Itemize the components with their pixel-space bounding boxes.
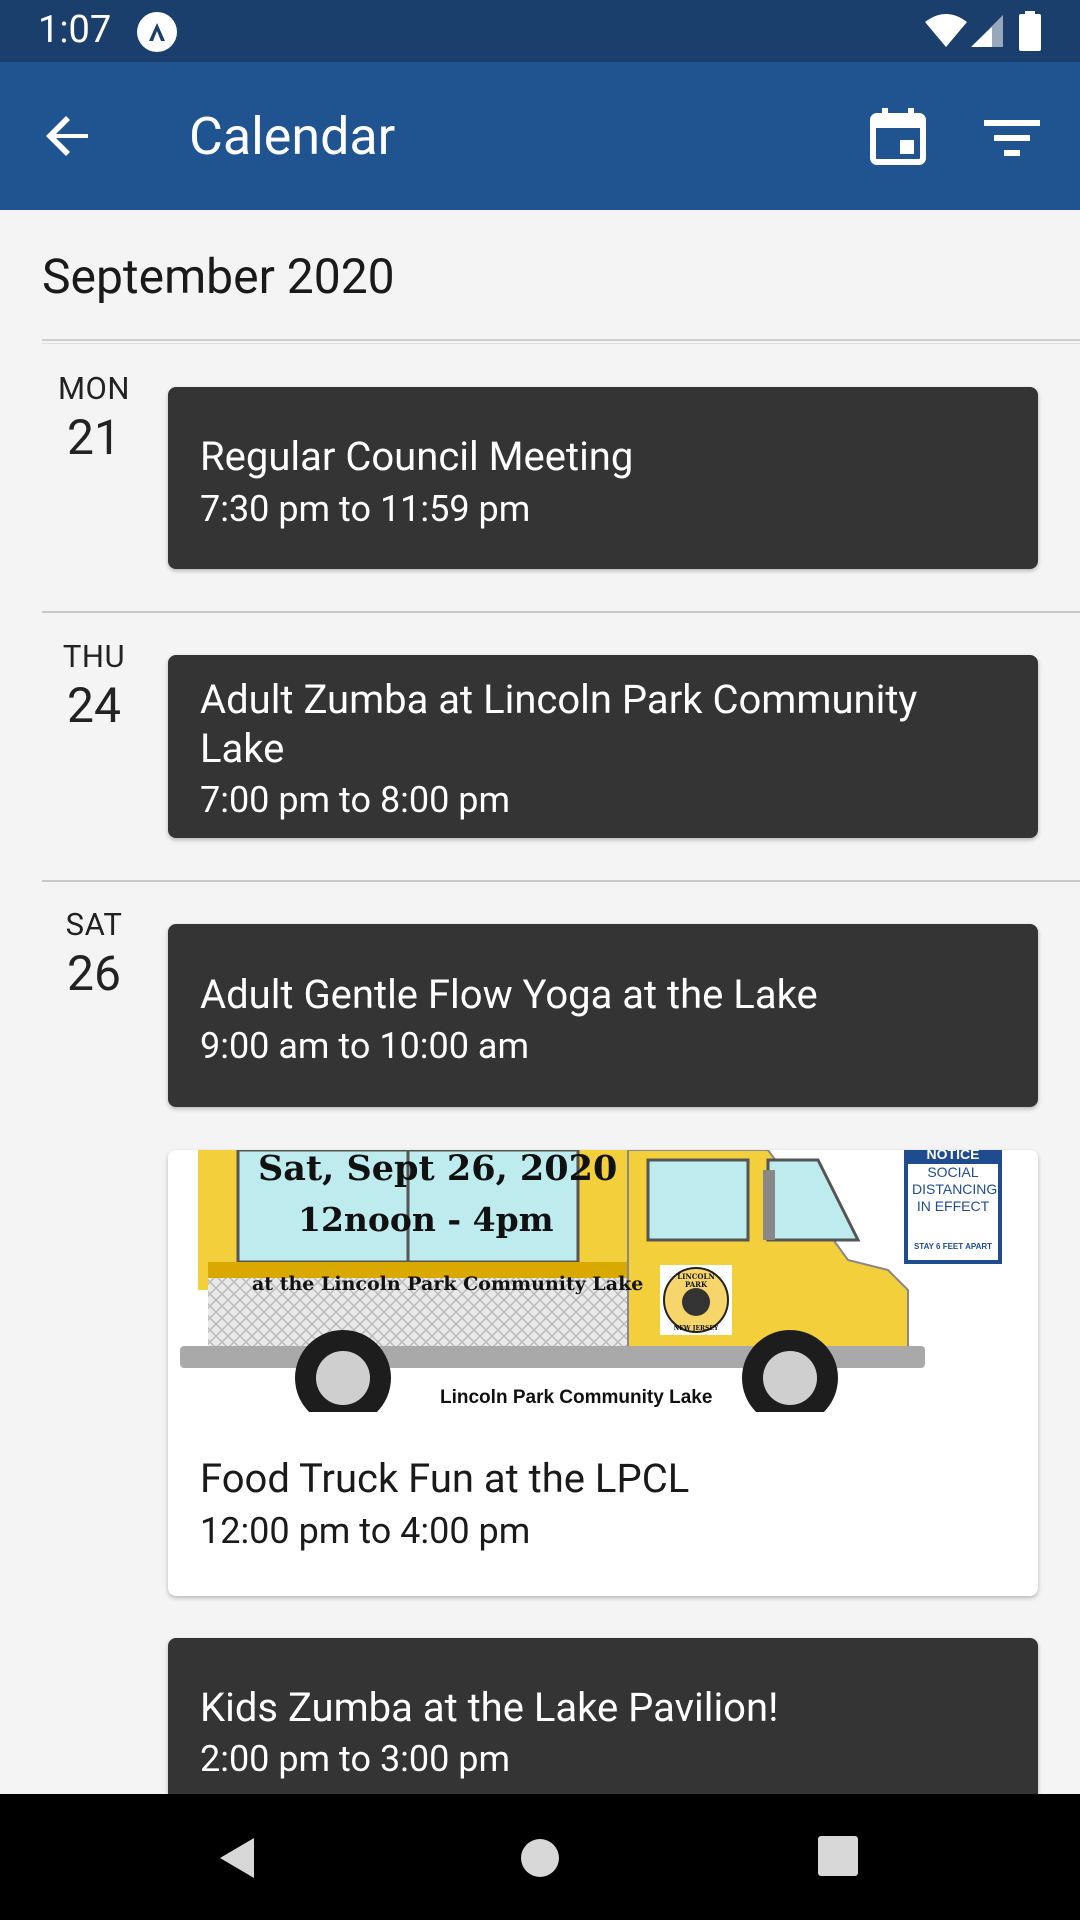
nav-recents-button[interactable] xyxy=(816,1834,860,1882)
filter-icon xyxy=(972,120,1052,182)
image-location-text: at the Lincoln Park Community Lake xyxy=(252,1273,644,1295)
event-time: 12:00 pm to 4:00 pm xyxy=(200,1510,531,1552)
notice-header-text: NOTICE xyxy=(926,1150,980,1162)
event-title: Adult Zumba at Lincoln Park Community La… xyxy=(200,676,918,772)
nav-home-icon xyxy=(521,1839,559,1877)
status-time: 1:07 xyxy=(38,8,112,52)
event-title: Regular Council Meeting xyxy=(200,433,634,480)
back-button[interactable] xyxy=(30,96,110,176)
seal-top-text: LINCOLN PARK xyxy=(677,1272,715,1289)
divider xyxy=(42,343,1080,344)
day-number: 24 xyxy=(67,677,121,734)
event-card[interactable]: Adult Zumba at Lincoln Park Community La… xyxy=(168,655,1038,838)
event-time: 2:00 pm to 3:00 pm xyxy=(200,1738,511,1780)
day-name: MON xyxy=(57,370,130,407)
nav-back-icon xyxy=(220,1838,254,1878)
calendar-button[interactable] xyxy=(858,98,938,178)
page-title: Calendar xyxy=(189,106,396,167)
day-name: THU xyxy=(62,638,126,675)
divider xyxy=(42,880,1080,882)
day-name: SAT xyxy=(65,906,123,943)
day-label: MON 21 xyxy=(42,370,146,466)
wifi-icon xyxy=(924,14,968,52)
event-time: 7:00 pm to 8:00 pm xyxy=(200,779,511,821)
image-hours-text: 12noon - 4pm xyxy=(298,1200,554,1239)
app-bar: Calendar xyxy=(0,62,1080,210)
month-header: September 2020 xyxy=(42,248,395,305)
event-title: Food Truck Fun at the LPCL xyxy=(200,1455,690,1502)
day-label: SAT 26 xyxy=(42,906,146,1002)
navigation-bar xyxy=(0,1794,1080,1920)
day-label: THU 24 xyxy=(42,638,146,734)
filter-button[interactable] xyxy=(972,98,1052,178)
event-title: Adult Gentle Flow Yoga at the Lake xyxy=(200,971,818,1018)
day-number: 21 xyxy=(67,409,121,466)
nav-recents-icon xyxy=(818,1836,858,1876)
battery-icon xyxy=(1019,11,1041,55)
image-caption-text: Lincoln Park Community Lake xyxy=(440,1387,713,1408)
signal-icon xyxy=(970,14,1004,52)
event-card[interactable]: Regular Council Meeting 7:30 pm to 11:59… xyxy=(168,387,1038,569)
event-title: Kids Zumba at the Lake Pavilion! xyxy=(200,1684,779,1731)
event-time: 7:30 pm to 11:59 pm xyxy=(200,488,531,530)
event-card[interactable]: Adult Gentle Flow Yoga at the Lake 9:00 … xyxy=(168,924,1038,1107)
calendar-icon xyxy=(858,108,938,182)
notification-a-icon xyxy=(137,12,177,52)
event-time: 9:00 am to 10:00 am xyxy=(200,1025,530,1067)
event-card-with-image[interactable]: Sat, Sept 26, 2020 12noon - 4pm at the L… xyxy=(168,1150,1038,1596)
notice-footer-text: STAY 6 FEET APART xyxy=(913,1242,993,1251)
notice-body-text: SOCIAL DISTANCING IN EFFECT xyxy=(912,1164,998,1214)
image-date-text: Sat, Sept 26, 2020 xyxy=(258,1150,618,1189)
event-image: Sat, Sept 26, 2020 12noon - 4pm at the L… xyxy=(168,1150,1038,1412)
back-arrow-icon xyxy=(30,116,110,180)
nav-back-button[interactable] xyxy=(214,1834,262,1886)
nav-home-button[interactable] xyxy=(516,1834,564,1886)
status-bar: 1:07 xyxy=(0,0,1080,62)
divider xyxy=(42,339,1080,341)
divider xyxy=(42,611,1080,613)
seal-bottom-text: NEW JERSEY xyxy=(673,1325,719,1332)
day-number: 26 xyxy=(67,945,121,1002)
